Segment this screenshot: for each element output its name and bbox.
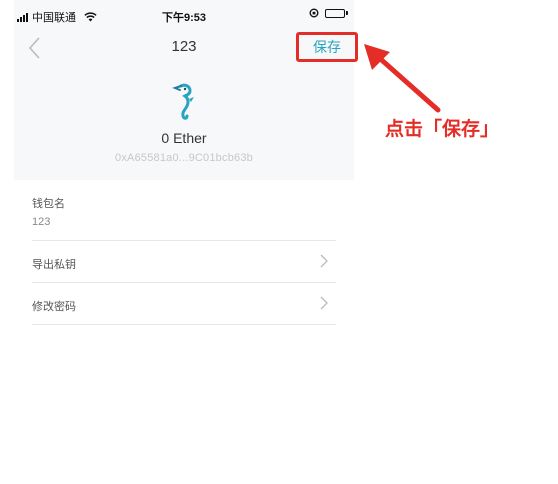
wallet-header: 123 保存 0 Ether 0xA65581a0...9C01bcb63b <box>14 30 358 180</box>
wallet-name-block: 钱包名 <box>32 180 336 241</box>
phone-screen: 中国联通 下午9:53 123 保存 0 Ether 0xA65581a0...… <box>14 0 358 484</box>
save-button[interactable]: 保存 <box>296 32 358 62</box>
status-time: 下午9:53 <box>161 12 207 24</box>
screenshot-stage: 中国联通 下午9:53 123 保存 0 Ether 0xA65581a0...… <box>0 0 558 484</box>
battery-icon <box>325 8 348 18</box>
wallet-name-label: 钱包名 <box>32 198 65 210</box>
orientation-lock-icon <box>309 8 319 18</box>
status-bar: 中国联通 下午9:53 <box>14 0 354 30</box>
change-password-row[interactable]: 修改密码 <box>32 283 336 325</box>
status-right <box>309 8 348 18</box>
chevron-right-icon <box>320 296 328 310</box>
seahorse-icon <box>172 83 194 120</box>
chevron-right-icon <box>320 254 328 268</box>
wallet-address: 0xA65581a0...9C01bcb63b <box>115 152 253 164</box>
export-private-key-row[interactable]: 导出私钥 <box>32 241 336 283</box>
chevron-left-icon <box>28 37 40 59</box>
nav-bar: 123 保存 <box>14 30 358 64</box>
change-password-label: 修改密码 <box>32 301 76 313</box>
annotation-arrow-icon <box>364 44 441 113</box>
wallet-balance: 0 Ether <box>161 130 207 146</box>
annotation-text: 点击「保存」 <box>385 119 500 140</box>
wallet-name-input[interactable] <box>32 216 312 228</box>
export-private-key-label: 导出私钥 <box>32 259 76 271</box>
wallet-settings-list: 钱包名 导出私钥 修改密码 <box>32 180 336 325</box>
back-button[interactable] <box>26 35 46 61</box>
